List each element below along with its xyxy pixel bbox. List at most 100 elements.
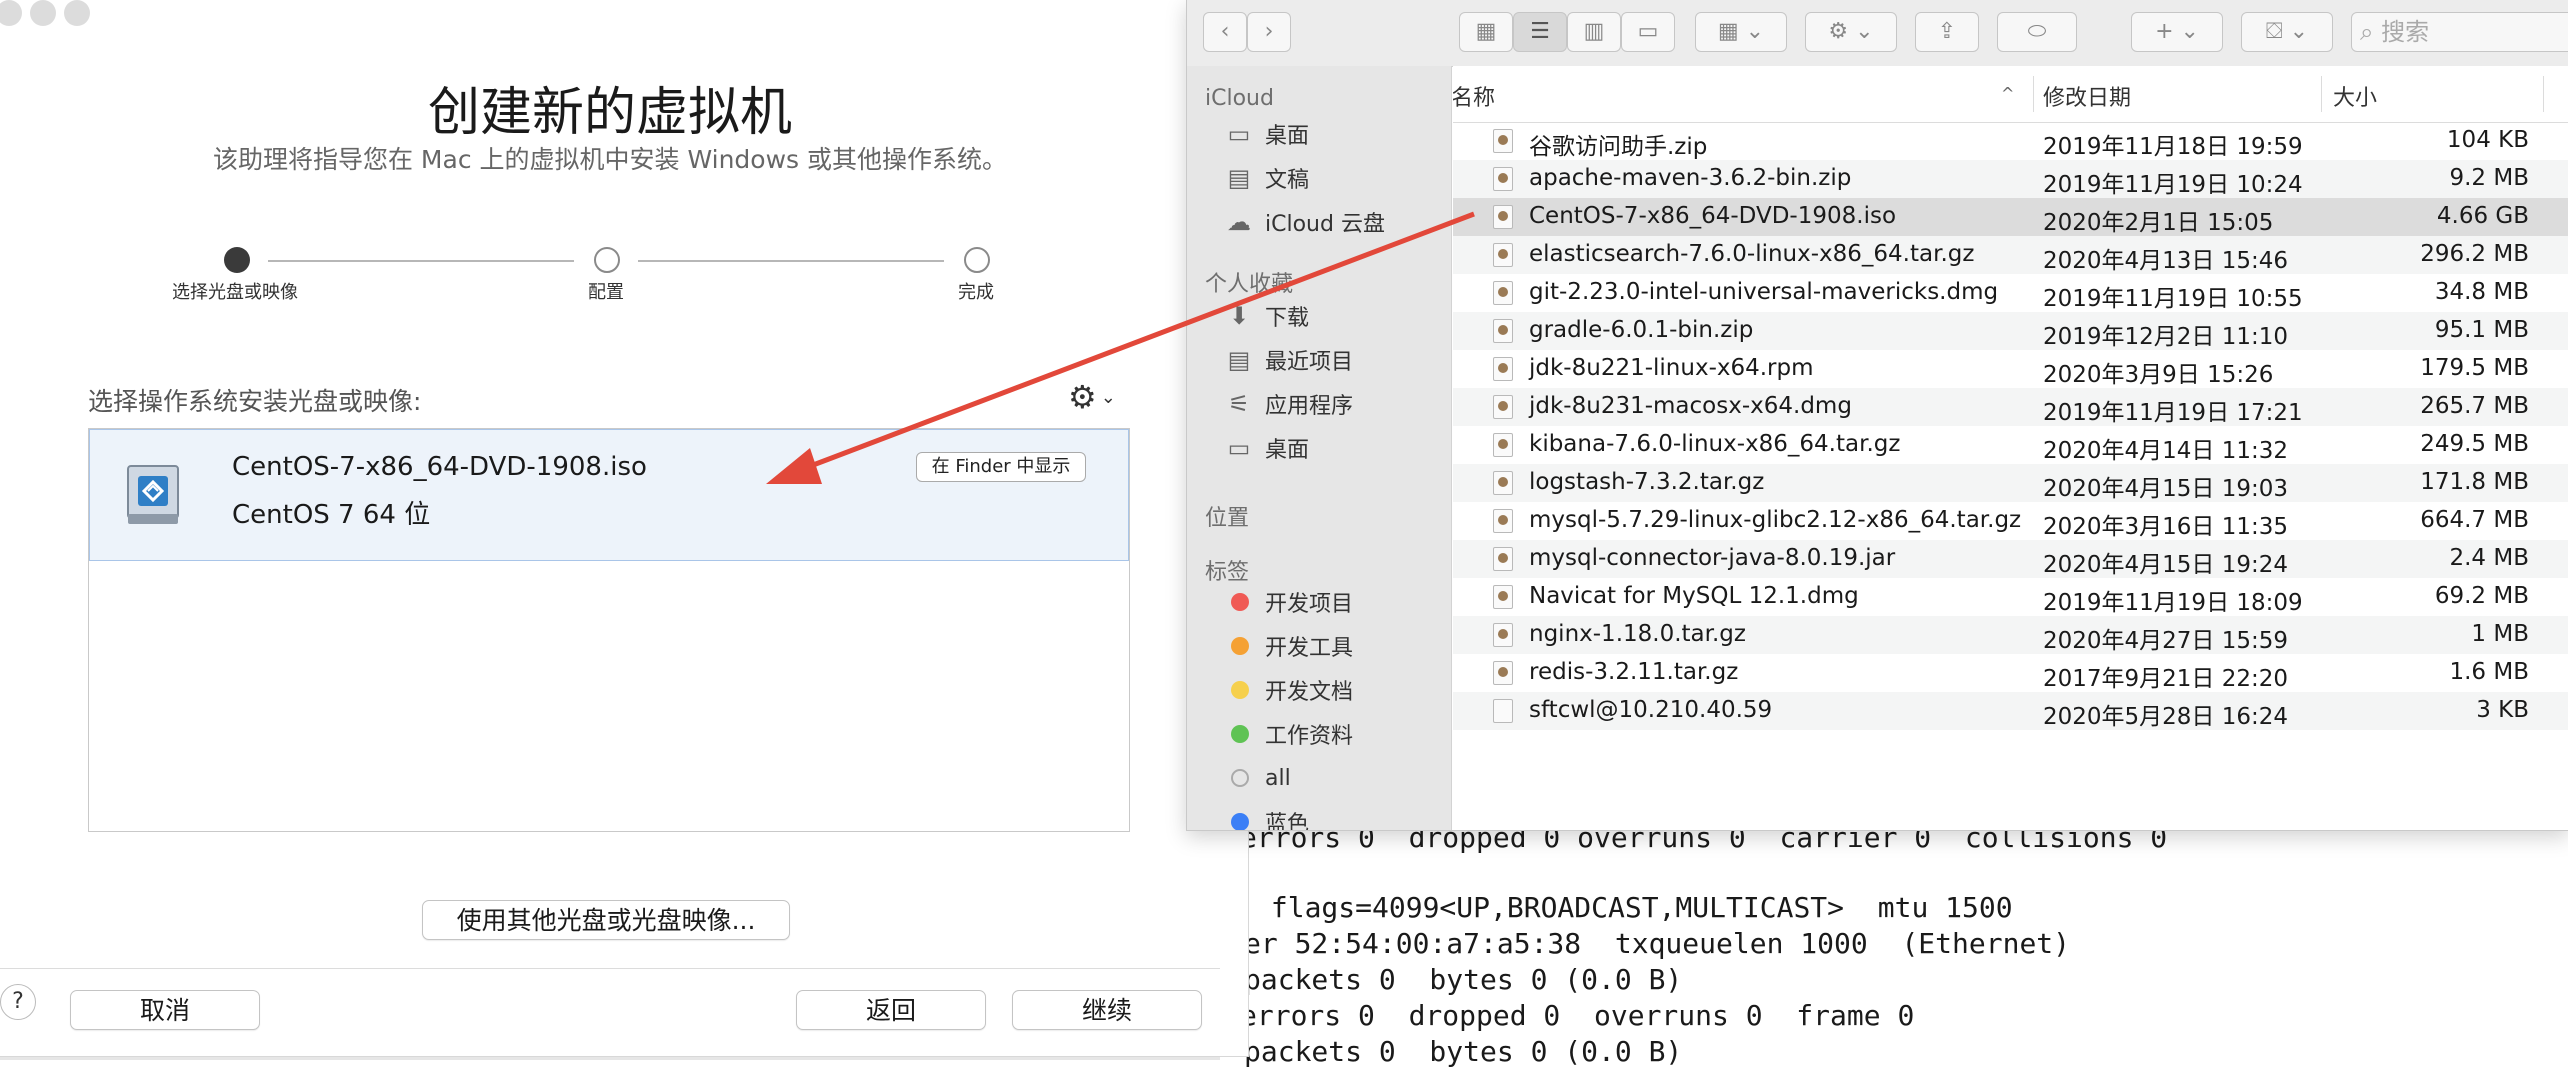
sidebar-header-favorites: 个人收藏 (1205, 272, 1294, 297)
file-row[interactable]: Navicat for MySQL 12.1.dmg 2019年11月19日 18… (1453, 578, 2568, 616)
tags-button[interactable]: ⬭ (1997, 12, 2077, 52)
sidebar-item-label: 开发工具 (1265, 636, 1354, 661)
back-button[interactable]: 返回 (796, 990, 986, 1030)
desktop-icon: ▭ (1227, 434, 1251, 462)
forward-nav-button[interactable]: › (1247, 12, 1291, 52)
sidebar-item-label: 开发项目 (1265, 592, 1354, 617)
file-row[interactable]: apache-maven-3.6.2-bin.zip 2019年11月19日 10… (1453, 160, 2568, 198)
sidebar-tag-dev-projects[interactable]: 开发项目 (1225, 584, 1353, 620)
file-row[interactable]: mysql-5.7.29-linux-glibc2.12-x86_64.tar.… (1453, 502, 2568, 540)
sidebar-item-label: 下载 (1265, 306, 1310, 331)
file-icon (1493, 205, 1513, 229)
terminal-line: er 52:54:00:a7:a5:38 txqueuelen 1000 (Et… (1244, 927, 2071, 960)
help-button[interactable]: ? (0, 984, 36, 1020)
file-row[interactable]: jdk-8u221-linux-x64.rpm 2020年3月9日 15:26 17… (1453, 350, 2568, 388)
use-other-disk-button[interactable]: 使用其他光盘或光盘映像... (422, 900, 790, 940)
file-name: gradle-6.0.1-bin.zip (1529, 317, 1754, 343)
sidebar-item-icloud-drive[interactable]: ☁ iCloud 云盘 (1225, 204, 1385, 240)
file-row[interactable]: logstash-7.3.2.tar.gz 2020年4月15日 19:03 171… (1453, 464, 2568, 502)
terminal-line: packets 0 bytes 0 (0.0 B) (1244, 1035, 1683, 1068)
sidebar-tag-work[interactable]: 工作资料 (1225, 716, 1353, 752)
file-row[interactable]: gradle-6.0.1-bin.zip 2019年12月2日 11:10 95.1… (1453, 312, 2568, 350)
cancel-button[interactable]: 取消 (70, 990, 260, 1030)
sidebar-item-downloads[interactable]: ⬇ 下载 (1225, 298, 1309, 334)
sidebar-item-documents[interactable]: ▤ 文稿 (1225, 160, 1309, 196)
file-icon (1493, 661, 1513, 685)
share-button[interactable]: ⇪ (1915, 12, 1979, 52)
file-name: logstash-7.3.2.tar.gz (1529, 469, 1765, 495)
sidebar-header-tags: 标签 (1205, 560, 1250, 585)
disk-os-label: CentOS 7 64 位 (232, 500, 431, 530)
group-icon: ▦ ⌄ (1717, 19, 1765, 44)
search-input[interactable]: ⌕ 搜索 (2351, 12, 2568, 52)
gear-menu-button[interactable]: ⚙ ⌄ (1068, 378, 1128, 416)
action-menu-button[interactable]: ⚙ ⌄ (1805, 12, 1897, 52)
step-indicator-current (224, 247, 250, 273)
applications-icon: ⚟ (1228, 390, 1250, 418)
file-row[interactable]: git-2.23.0-intel-universal-mavericks.dmg… (1453, 274, 2568, 312)
file-row[interactable]: CentOS-7-x86_64-DVD-1908.iso 2020年2月1日 15… (1453, 198, 2568, 236)
sidebar-item-desktop[interactable]: ▭ 桌面 (1225, 430, 1309, 466)
step-connector (268, 260, 574, 262)
minimize-window-button[interactable] (30, 0, 56, 26)
file-icon (1493, 699, 1513, 723)
file-row[interactable]: kibana-7.6.0-linux-x86_64.tar.gz 2020年4月1… (1453, 426, 2568, 464)
sidebar-item-icloud-desktop[interactable]: ▭ 桌面 (1225, 116, 1309, 152)
create-vm-dialog: 创建新的虚拟机 该助理将指导您在 Mac 上的虚拟机中安装 Windows 或其… (0, 0, 1248, 1056)
sidebar-tag-dev-docs[interactable]: 开发文档 (1225, 672, 1353, 708)
sidebar-item-recents[interactable]: ▤ 最近项目 (1225, 342, 1353, 378)
sidebar-item-applications[interactable]: ⚟ 应用程序 (1225, 386, 1353, 422)
gallery-view-button[interactable]: ▭ (1621, 12, 1675, 52)
sidebar-item-label: 蓝色 (1265, 812, 1310, 830)
sidebar-tag-all[interactable]: all (1225, 760, 1291, 796)
column-separator[interactable] (2321, 76, 2322, 112)
sidebar-item-label: 工作资料 (1265, 724, 1354, 749)
column-header-date[interactable]: 修改日期 (2043, 80, 2131, 112)
icon-view-button[interactable]: ▦ (1459, 12, 1513, 52)
column-separator[interactable] (2033, 76, 2034, 112)
disk-image-list[interactable]: CentOS-7-x86_64-DVD-1908.iso CentOS 7 64… (88, 428, 1130, 832)
documents-icon: ▤ (1227, 164, 1251, 192)
file-name: elasticsearch-7.6.0-linux-x86_64.tar.gz (1529, 241, 1975, 267)
file-icon (1493, 319, 1513, 343)
file-row[interactable]: sftcwl@10.210.40.59 2020年5月28日 16:24 3 KB (1453, 692, 2568, 730)
recents-icon: ▤ (1227, 346, 1251, 374)
disk-image-item[interactable]: CentOS-7-x86_64-DVD-1908.iso CentOS 7 64… (89, 429, 1129, 561)
grid-icon: ▦ (1475, 19, 1497, 44)
file-name: 谷歌访问助手.zip (1529, 134, 1708, 160)
new-item-button[interactable]: + ⌄ (2131, 12, 2223, 52)
disk-image-name: CentOS-7-x86_64-DVD-1908.iso (232, 452, 647, 482)
gear-icon: ⚙ (1068, 378, 1097, 416)
step-label-configure: 配置 (588, 282, 624, 303)
zoom-window-button[interactable] (64, 0, 90, 26)
list-icon: ☰ (1530, 19, 1550, 44)
storage-menu-button[interactable]: ⛋ ⌄ (2241, 12, 2333, 52)
continue-button[interactable]: 继续 (1012, 990, 1202, 1030)
list-view-button[interactable]: ☰ (1513, 12, 1567, 52)
file-name: kibana-7.6.0-linux-x86_64.tar.gz (1529, 431, 1901, 457)
column-header-name[interactable]: 名称 (1453, 80, 1495, 112)
file-row[interactable]: jdk-8u231-macosx-x64.dmg 2019年11月19日 17:2… (1453, 388, 2568, 426)
close-window-button[interactable] (0, 0, 22, 26)
file-icon (1493, 167, 1513, 191)
file-row[interactable]: redis-3.2.11.tar.gz 2017年9月21日 22:20 1.6 M… (1453, 654, 2568, 692)
show-in-finder-button[interactable]: 在 Finder 中显示 (916, 452, 1086, 482)
tag-color-dot (1231, 725, 1249, 743)
file-icon (1493, 395, 1513, 419)
file-badge-icon (1498, 667, 1508, 677)
file-row[interactable]: mysql-connector-java-8.0.19.jar 2020年4月15… (1453, 540, 2568, 578)
back-nav-button[interactable]: ‹ (1203, 12, 1247, 52)
column-header-size[interactable]: 大小 (2333, 80, 2377, 112)
file-size: 1 MB (2471, 621, 2529, 647)
file-row[interactable]: 谷歌访问助手.zip 2019年11月18日 19:59 104 KB (1453, 122, 2568, 160)
file-row[interactable]: nginx-1.18.0.tar.gz 2020年4月27日 15:59 1 MB (1453, 616, 2568, 654)
sidebar-tag-blue[interactable]: 蓝色 (1225, 804, 1309, 830)
tag-color-dot (1231, 593, 1249, 611)
file-row[interactable]: elasticsearch-7.6.0-linux-x86_64.tar.gz 2… (1453, 236, 2568, 274)
group-menu-button[interactable]: ▦ ⌄ (1695, 12, 1787, 52)
sidebar-tag-dev-tools[interactable]: 开发工具 (1225, 628, 1353, 664)
column-view-button[interactable]: ▥ (1567, 12, 1621, 52)
file-name: mysql-5.7.29-linux-glibc2.12-x86_64.tar.… (1529, 507, 2022, 533)
column-separator[interactable] (2543, 76, 2544, 112)
search-icon: ⌕ (2360, 18, 2374, 46)
